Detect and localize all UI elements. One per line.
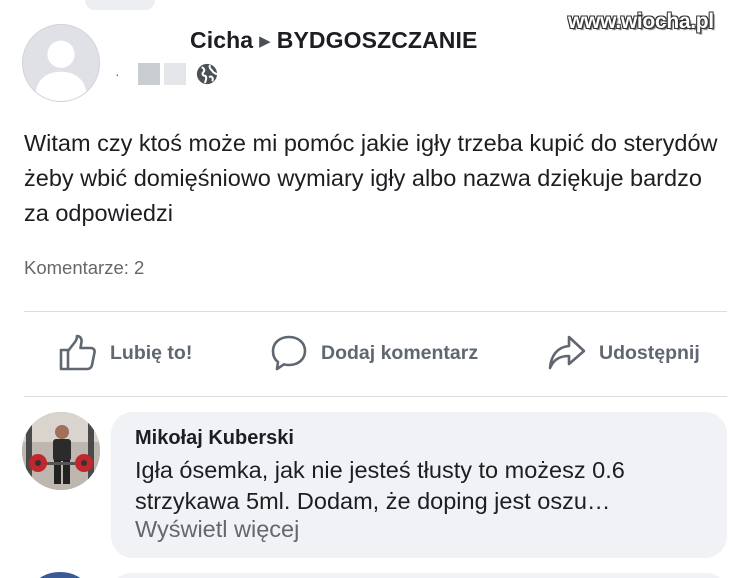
- watermark: www.wiocha.pl: [568, 10, 714, 33]
- redacted-timestamp-part: [163, 63, 186, 85]
- post-body-text: Witam czy ktoś może mi pomóc jakie igły …: [24, 130, 718, 226]
- post-meta: ·: [115, 62, 218, 86]
- next-comment-bubble: [111, 573, 727, 578]
- share-label: Udostępnij: [599, 341, 700, 364]
- comment-text: Igła ósemka, jak nie jesteś tłusty to mo…: [135, 457, 625, 514]
- comment-label: Dodaj komentarz: [321, 341, 479, 364]
- top-edge-shape: [85, 0, 155, 10]
- redacted-author-name: [104, 26, 190, 56]
- meta-separator: ·: [115, 66, 120, 82]
- commenter-avatar[interactable]: [22, 412, 100, 490]
- comment-button[interactable]: Dodaj komentarz: [269, 330, 478, 376]
- triangle-arrow-icon: ▶: [259, 33, 271, 50]
- thumbs-up-icon: [59, 334, 96, 371]
- divider: [24, 311, 727, 312]
- like-button[interactable]: Lubię to!: [58, 330, 192, 376]
- redacted-timestamp: [137, 63, 160, 85]
- speech-bubble-icon: [271, 335, 307, 371]
- author-name[interactable]: Cicha: [190, 27, 253, 53]
- comment-bubble: Mikołaj Kuberski Igła ósemka, jak nie je…: [111, 412, 727, 558]
- commenter-name[interactable]: Mikołaj Kuberski: [135, 427, 294, 450]
- commenter-photo: [22, 412, 100, 490]
- post-header[interactable]: Cicha ▶ BYDGOSZCZANIE: [190, 27, 477, 54]
- comments-count[interactable]: Komentarze: 2: [24, 257, 144, 279]
- globe-icon: [196, 63, 217, 85]
- next-commenter-avatar[interactable]: [35, 572, 85, 578]
- like-label: Lubię to!: [110, 341, 193, 364]
- divider: [24, 396, 727, 397]
- see-more-link[interactable]: Wyświetl więcej: [135, 516, 299, 543]
- default-profile-icon: [23, 25, 99, 101]
- author-avatar[interactable]: [22, 24, 100, 102]
- share-arrow-icon: [548, 335, 586, 370]
- share-button[interactable]: Udostępnij: [547, 330, 700, 376]
- group-name[interactable]: BYDGOSZCZANIE: [277, 27, 478, 53]
